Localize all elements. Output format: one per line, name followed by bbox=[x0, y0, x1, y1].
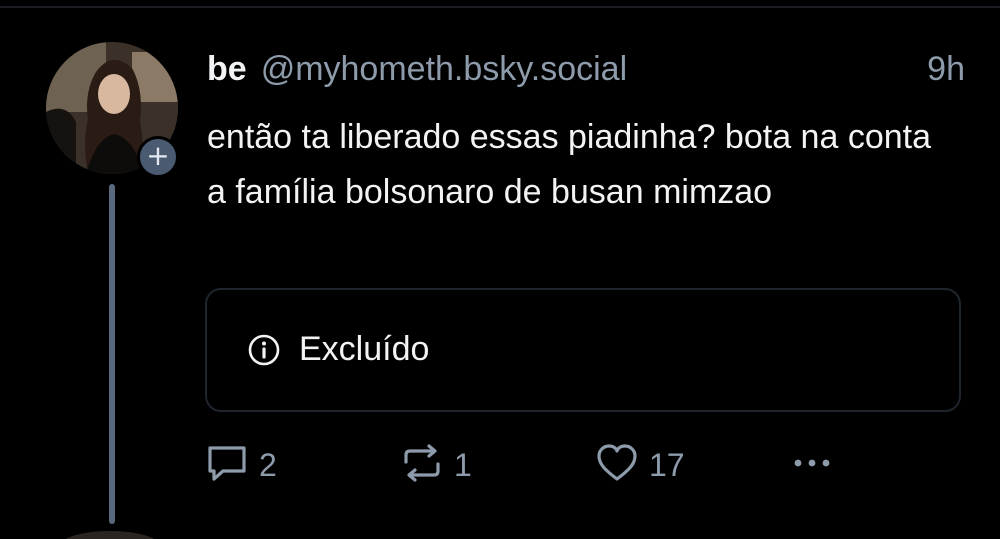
post-header: be @myhometh.bsky.social 9h bbox=[207, 50, 965, 94]
like-button[interactable]: 17 bbox=[595, 442, 685, 488]
follow-button[interactable]: + bbox=[137, 136, 179, 178]
next-post-avatar bbox=[60, 531, 160, 539]
thread-line bbox=[109, 184, 115, 524]
like-count: 17 bbox=[649, 446, 685, 483]
more-dots-icon bbox=[790, 443, 834, 488]
reply-button[interactable]: 2 bbox=[205, 442, 277, 488]
repost-icon bbox=[400, 443, 444, 488]
more-options-button[interactable] bbox=[790, 442, 834, 488]
post-text: então ta liberado essas piadinha? bota n… bbox=[207, 118, 931, 211]
repost-button[interactable]: 1 bbox=[400, 442, 472, 488]
heart-icon bbox=[595, 443, 639, 488]
quoted-post-embed[interactable]: Excluído bbox=[205, 288, 961, 412]
top-divider bbox=[0, 6, 1000, 8]
repost-count: 1 bbox=[454, 446, 472, 483]
post-view: + be @myhometh.bsky.social 9h então ta l… bbox=[0, 0, 1000, 539]
embed-deleted-label: Excluído bbox=[299, 330, 430, 368]
post-timestamp[interactable]: 9h bbox=[927, 50, 965, 89]
post-actions: 2 1 17 bbox=[205, 442, 965, 488]
reply-count: 2 bbox=[259, 446, 277, 483]
author-handle[interactable]: @myhometh.bsky.social bbox=[261, 50, 627, 89]
embed-content: Excluído bbox=[247, 330, 429, 369]
author-display-name[interactable]: be bbox=[207, 50, 247, 89]
reply-icon bbox=[205, 443, 249, 488]
info-icon bbox=[247, 333, 281, 367]
